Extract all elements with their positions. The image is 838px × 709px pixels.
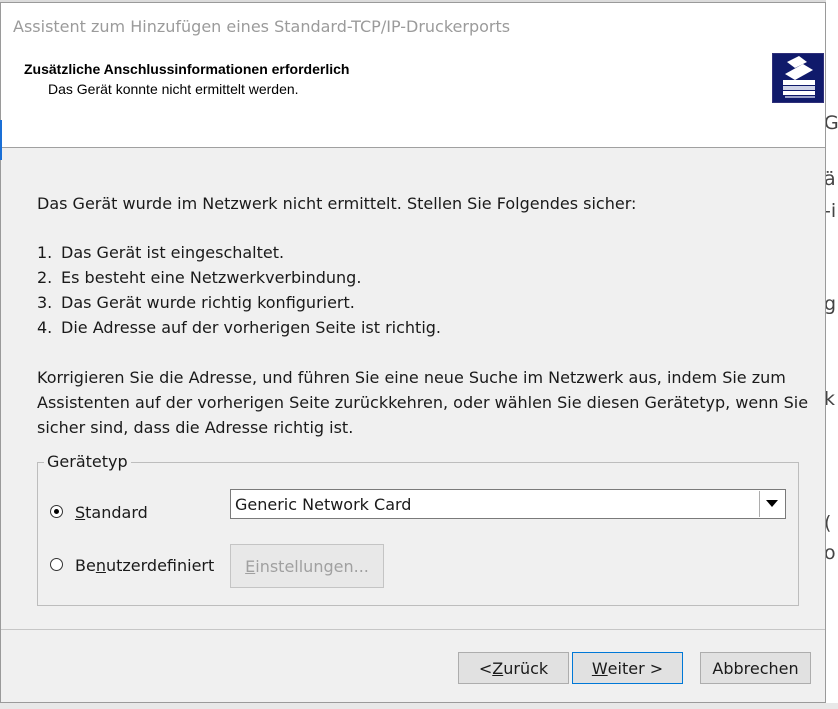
intro-text: Das Gerät wurde im Netzwerk nicht ermitt… <box>37 194 637 213</box>
background-window-accent <box>0 120 2 160</box>
radio-button-unchecked[interactable] <box>50 558 63 571</box>
printer-icon <box>772 53 824 103</box>
list-item: 1. Das Gerät ist eingeschaltet. <box>37 243 285 262</box>
background-fragment: o <box>826 542 836 564</box>
settings-button[interactable]: Einstellungen... <box>230 544 384 588</box>
group-label: Gerätetyp <box>44 452 131 471</box>
background-fragment: g <box>826 293 837 315</box>
device-type-group: Gerätetyp Standard Generic Network Card … <box>37 452 799 606</box>
list-item: 2. Es besteht eine Netzwerkverbindung. <box>37 268 362 287</box>
radio-custom-label[interactable]: Benutzerdefiniert <box>75 556 214 575</box>
paragraph-line: Korrigieren Sie die Adresse, und führen … <box>37 368 786 387</box>
select-value: Generic Network Card <box>235 495 412 514</box>
radio-button-checked[interactable] <box>50 505 63 518</box>
paragraph-line: Assistenten auf der vorherigen Seite zur… <box>37 393 809 412</box>
instruction-paragraph: Korrigieren Sie die Adresse, und führen … <box>37 365 808 440</box>
background-window-edge: G ä -i g k ( o <box>826 0 838 709</box>
header-subtitle: Das Gerät konnte nicht ermittelt werden. <box>48 81 299 97</box>
background-fragment: ä <box>826 168 836 190</box>
next-button[interactable]: Weiter > <box>572 652 683 684</box>
background-fragment: k <box>826 388 836 410</box>
title-bar[interactable]: Assistent zum Hinzufügen eines Standard-… <box>1 3 825 47</box>
radio-standard-label[interactable]: Standard <box>75 503 148 522</box>
paragraph-line: sicher sind, dass die Adresse richtig is… <box>37 418 354 437</box>
wizard-dialog: Assistent zum Hinzufügen eines Standard-… <box>0 2 826 703</box>
background-fragment: G <box>826 112 838 134</box>
wizard-header: Zusätzliche Anschlussinformationen erfor… <box>1 47 825 148</box>
header-title: Zusätzliche Anschlussinformationen erfor… <box>24 61 350 77</box>
chevron-down-icon[interactable] <box>759 491 784 517</box>
background-fragment: ( <box>826 512 831 534</box>
device-type-select[interactable]: Generic Network Card <box>230 489 786 519</box>
footer-divider <box>1 629 825 630</box>
back-button[interactable]: < Zurück <box>458 652 569 684</box>
list-item: 3. Das Gerät wurde richtig konfiguriert. <box>37 293 355 312</box>
list-item: 4. Die Adresse auf der vorherigen Seite i… <box>37 318 442 337</box>
checklist: 1. Das Gerät ist eingeschaltet. 2. Es best… <box>37 240 441 340</box>
cancel-button[interactable]: Abbrechen <box>700 652 811 684</box>
background-window-bottom <box>0 703 838 709</box>
window-title: Assistent zum Hinzufügen eines Standard-… <box>13 17 511 36</box>
background-fragment: -i <box>826 200 837 222</box>
